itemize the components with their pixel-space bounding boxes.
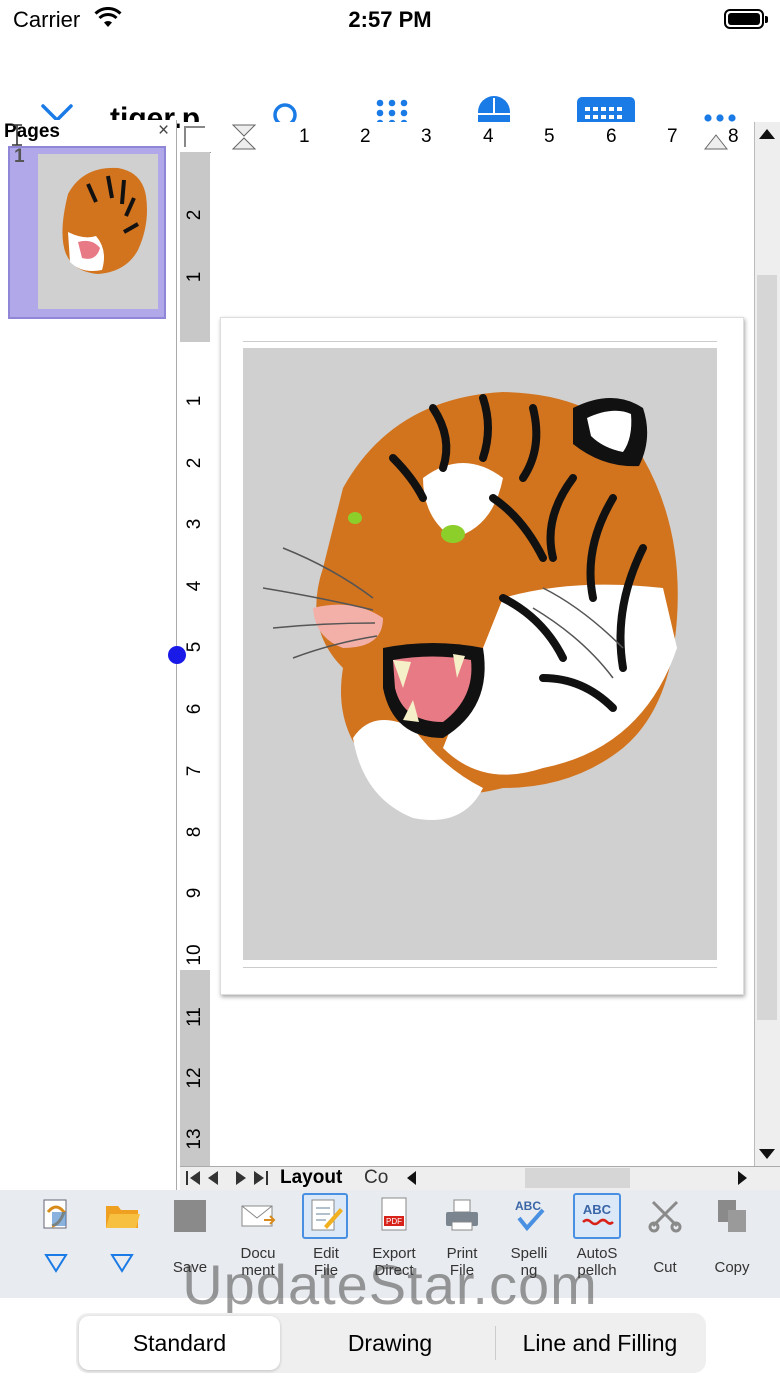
ruler-corner-icon	[184, 126, 205, 147]
ruler-tick: 13	[184, 1128, 205, 1150]
top-toolbar: tiger.p...	[0, 40, 780, 140]
ruler-tick: 6	[184, 703, 205, 715]
scroll-down-icon[interactable]	[757, 1146, 777, 1162]
pages-panel-close-button[interactable]: ×	[158, 120, 169, 142]
pdf-icon: PDF	[381, 1197, 407, 1231]
left-indent-marker-icon[interactable]	[232, 124, 256, 150]
svg-text:PDF: PDF	[386, 1217, 402, 1226]
tab-layout[interactable]: Layout	[280, 1167, 342, 1189]
page-margin-line	[243, 967, 717, 968]
resize-handle-icon[interactable]	[167, 645, 187, 665]
horizontal-scrollbar-thumb[interactable]	[525, 1168, 630, 1188]
ruler-tick: 2	[360, 126, 371, 147]
svg-text:ABC: ABC	[583, 1202, 612, 1217]
spellcheck-icon: ABC	[515, 1199, 545, 1232]
ruler-tick: 5	[184, 641, 205, 653]
ruler-tick: 1	[184, 271, 205, 283]
ruler-tick: 7	[667, 126, 678, 147]
save-icon	[174, 1200, 206, 1232]
svg-text:ABC: ABC	[515, 1199, 541, 1213]
clock: 2:57 PM	[348, 7, 432, 32]
page-thumbnail-image	[38, 154, 158, 309]
scroll-up-icon[interactable]	[757, 126, 777, 142]
text-cursor-icon	[12, 124, 22, 146]
tiger-image[interactable]	[243, 348, 717, 960]
new-document-icon	[43, 1199, 67, 1229]
scroll-right-icon[interactable]	[734, 1168, 750, 1188]
ruler-tick: 4	[483, 126, 494, 147]
ruler-tick: 11	[184, 1007, 205, 1027]
ruler-tick: 3	[421, 126, 432, 147]
ruler-tick: 2	[184, 209, 205, 221]
tab-other[interactable]: Co	[364, 1167, 388, 1189]
ruler-tick: 1	[184, 395, 205, 407]
autospell-icon: ABC	[582, 1202, 614, 1226]
tiger-illustration	[262, 392, 678, 820]
ruler-tick: 6	[606, 126, 617, 147]
edit-file-icon	[311, 1199, 343, 1231]
vertical-scrollbar-thumb[interactable]	[757, 275, 777, 1020]
ruler-tick: 7	[184, 765, 205, 777]
copy-icon	[718, 1200, 746, 1232]
status-bar: Carrier 2:57 PM	[0, 0, 780, 40]
folder-icon	[106, 1206, 140, 1228]
right-indent-marker-icon[interactable]	[704, 134, 728, 150]
segment-line-and-filling[interactable]: Line and Filling	[500, 1330, 700, 1357]
scissors-icon	[648, 1200, 682, 1233]
ruler-tick: 1	[299, 126, 310, 147]
printer-icon	[446, 1199, 478, 1231]
ruler-tick: 4	[184, 580, 205, 592]
ruler-tick: 2	[184, 457, 205, 469]
email-document-icon	[241, 1205, 276, 1227]
watermark: UpdateStar.com	[182, 1253, 598, 1316]
segment-divider	[495, 1326, 496, 1360]
tab-navigation-icons[interactable]	[184, 1168, 278, 1188]
page-thumbnail-number: 1	[14, 146, 25, 167]
ruler-tick: 8	[184, 826, 205, 838]
battery-icon	[724, 9, 768, 29]
ruler-tick: 8	[728, 126, 739, 147]
tiger-thumbnail-image	[62, 167, 147, 274]
ruler-tick: 3	[184, 518, 205, 530]
ruler-tick: 9	[184, 887, 205, 899]
scroll-left-icon[interactable]	[404, 1168, 420, 1188]
segment-standard[interactable]: Standard	[79, 1330, 280, 1357]
ruler-tick: 5	[544, 126, 555, 147]
ruler-tick: 10	[184, 944, 205, 966]
ruler-tick: 12	[184, 1067, 205, 1089]
page-margin-line	[243, 341, 717, 342]
vertical-ruler-margin-top	[180, 152, 210, 342]
segment-drawing[interactable]: Drawing	[290, 1330, 490, 1357]
